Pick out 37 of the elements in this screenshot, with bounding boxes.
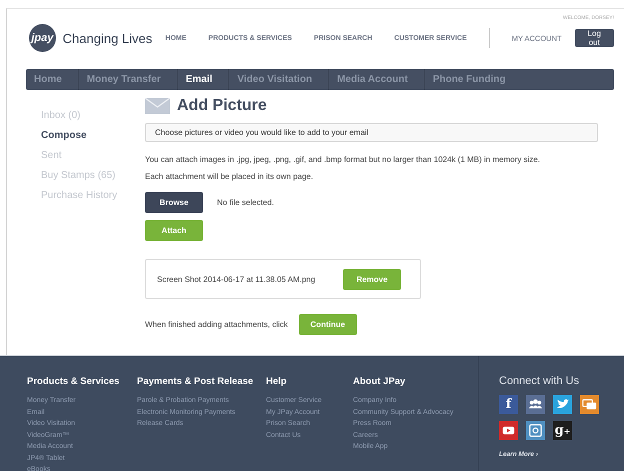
sidebar-item[interactable]: Inbox (0) — [41, 110, 145, 130]
sidebar-item[interactable]: Buy Stamps (65) — [41, 170, 145, 190]
nav-tab[interactable]: Video Visitation — [229, 69, 330, 90]
play-icon[interactable] — [499, 421, 518, 440]
attach-button[interactable]: Attach — [145, 220, 203, 241]
facebook-icon[interactable]: f — [499, 395, 518, 414]
file-name: Screen Shot 2014-06-17 at 11.38.05 AM.png — [157, 275, 316, 284]
bird-icon[interactable] — [553, 395, 572, 414]
camera-icon[interactable] — [526, 421, 545, 440]
finish-text: When finished adding attachments, click — [145, 320, 288, 329]
tagline: Changing Lives — [62, 30, 154, 46]
browse-button[interactable]: Browse — [145, 192, 203, 213]
footer-heading: Products & Services — [27, 376, 120, 387]
footer-heading: Payments & Post Release — [137, 376, 254, 387]
sidebar-item[interactable]: Compose — [41, 130, 145, 150]
remove-button[interactable]: Remove — [343, 269, 401, 290]
logo[interactable]: jpay — [29, 24, 56, 52]
nav-tab[interactable]: Media Account — [329, 69, 425, 90]
nav-tab[interactable]: Home — [26, 69, 79, 90]
continue-button[interactable]: Continue — [298, 314, 357, 335]
envelope-icon — [145, 98, 170, 114]
sidebar-item[interactable]: Purchase History — [41, 190, 145, 210]
nav-tab[interactable]: Email — [178, 69, 230, 90]
note-text: Each attachment will be placed in its own page. — [145, 172, 314, 181]
people-icon[interactable] — [526, 395, 545, 414]
page-title: Add Picture — [177, 97, 267, 115]
info-bar: Choose pictures or video you would like to add to your email — [145, 123, 598, 142]
chat-icon[interactable] — [580, 395, 599, 414]
nav-tab[interactable]: Phone Funding — [424, 69, 522, 90]
footer-heading: Help — [266, 376, 288, 387]
note-text: You can attach images in .jpg, jpeg, .png, .gif, and .bmp format but no larger than 1024k (1 MB) in memory size. — [145, 155, 542, 164]
sidebar-item[interactable]: Sent — [41, 150, 145, 170]
footer-heading: About JPay — [353, 376, 406, 387]
connect-heading: Connect with Us — [499, 375, 580, 387]
logout-button[interactable]: Log out — [574, 29, 614, 47]
nav-tab[interactable]: Money Transfer — [78, 69, 178, 90]
file-status: No file selected. — [217, 198, 274, 207]
